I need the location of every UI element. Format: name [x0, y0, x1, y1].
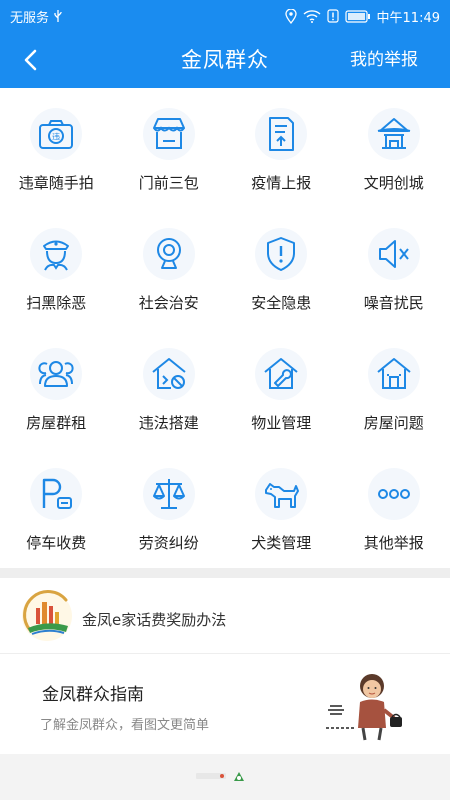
usb-icon	[53, 9, 63, 23]
svg-text:违: 违	[52, 133, 60, 142]
report-category-grid: 违 违章随手拍 门前三包 疫情上报 文明创城 扫黑除恶 社会治安 安全隐患 噪音…	[0, 88, 450, 568]
grid-item-label: 物业管理	[251, 414, 312, 432]
house-forbidden-icon	[142, 348, 195, 400]
speaker-mute-icon	[367, 228, 420, 280]
location-icon	[284, 8, 297, 24]
footer	[0, 754, 450, 800]
grid-item-label: 其他举报	[363, 534, 424, 552]
guide-title: 金凤群众指南	[42, 685, 144, 705]
app-bar: 金凤群众 我的举报	[0, 32, 450, 88]
grid-item-label: 社会治安	[138, 294, 199, 312]
grid-item-group-rental[interactable]: 房屋群租	[0, 328, 113, 448]
grid-item-housing-issue[interactable]: 房屋问题	[338, 328, 450, 448]
grid-item-label: 扫黑除恶	[26, 294, 87, 312]
carrier-text: 无服务	[10, 10, 50, 26]
grid-item-label: 门前三包	[138, 174, 199, 192]
reward-banner[interactable]: 金凤e家话费奖励办法	[0, 578, 450, 654]
house-icon	[367, 348, 420, 400]
grid-item-other-report[interactable]: 其他举报	[338, 448, 450, 568]
grid-item-label: 安全隐患	[251, 294, 312, 312]
camera-icon: 违	[30, 108, 83, 160]
grid-item-label: 疫情上报	[251, 174, 312, 192]
grid-item-parking-fee[interactable]: 停车收费	[0, 448, 113, 568]
grid-item-epidemic-report[interactable]: 疫情上报	[225, 88, 338, 208]
more-icon	[367, 468, 420, 520]
dog-icon	[255, 468, 308, 520]
guide-subtitle: 了解金凤群众，看图文更简单	[40, 718, 210, 733]
shield-alert-icon	[255, 228, 308, 280]
alert-icon	[326, 9, 339, 23]
sponsor-logos	[196, 768, 252, 786]
police-icon	[30, 228, 83, 280]
document-upload-icon	[255, 108, 308, 160]
grid-item-anti-crime[interactable]: 扫黑除恶	[0, 208, 113, 328]
scales-icon	[142, 468, 195, 520]
battery-icon	[344, 9, 371, 23]
grid-item-front-door[interactable]: 门前三包	[113, 88, 226, 208]
grid-item-public-security[interactable]: 社会治安	[113, 208, 226, 328]
grid-item-dog-management[interactable]: 犬类管理	[225, 448, 338, 568]
my-report-button[interactable]: 我的举报	[350, 32, 418, 88]
grid-item-label: 违章随手拍	[18, 174, 94, 192]
guide-illustration	[322, 666, 412, 748]
grid-item-civilized-city[interactable]: 文明创城	[338, 88, 450, 208]
section-divider	[0, 568, 450, 578]
webcam-icon	[142, 228, 195, 280]
grid-item-property-management[interactable]: 物业管理	[225, 328, 338, 448]
grid-item-safety-hazard[interactable]: 安全隐患	[225, 208, 338, 328]
grid-item-label: 违法搭建	[138, 414, 199, 432]
pavilion-icon	[367, 108, 420, 160]
guide-card[interactable]: 金凤群众指南 了解金凤群众，看图文更简单	[0, 654, 450, 754]
status-time: 中午11:49	[376, 10, 440, 26]
grid-item-label: 犬类管理	[251, 534, 312, 552]
grid-item-label: 房屋群租	[26, 414, 87, 432]
storefront-icon	[142, 108, 195, 160]
grid-item-labor-dispute[interactable]: 劳资纠纷	[113, 448, 226, 568]
grid-item-illegal-construction[interactable]: 违法搭建	[113, 328, 226, 448]
grid-item-noise[interactable]: 噪音扰民	[338, 208, 450, 328]
status-bar: 无服务 中午11:49	[0, 0, 450, 32]
parking-icon	[30, 468, 83, 520]
wifi-icon	[303, 9, 321, 23]
grid-item-label: 停车收费	[26, 534, 87, 552]
grid-item-label: 劳资纠纷	[138, 534, 199, 552]
house-wrench-icon	[255, 348, 308, 400]
grid-item-label: 噪音扰民	[363, 294, 424, 312]
grid-item-violation-photo[interactable]: 违 违章随手拍	[0, 88, 113, 208]
jinfeng-logo	[18, 586, 76, 646]
grid-item-label: 房屋问题	[363, 414, 424, 432]
group-icon	[30, 348, 83, 400]
reward-title: 金凤e家话费奖励办法	[82, 611, 227, 629]
grid-item-label: 文明创城	[363, 174, 424, 192]
